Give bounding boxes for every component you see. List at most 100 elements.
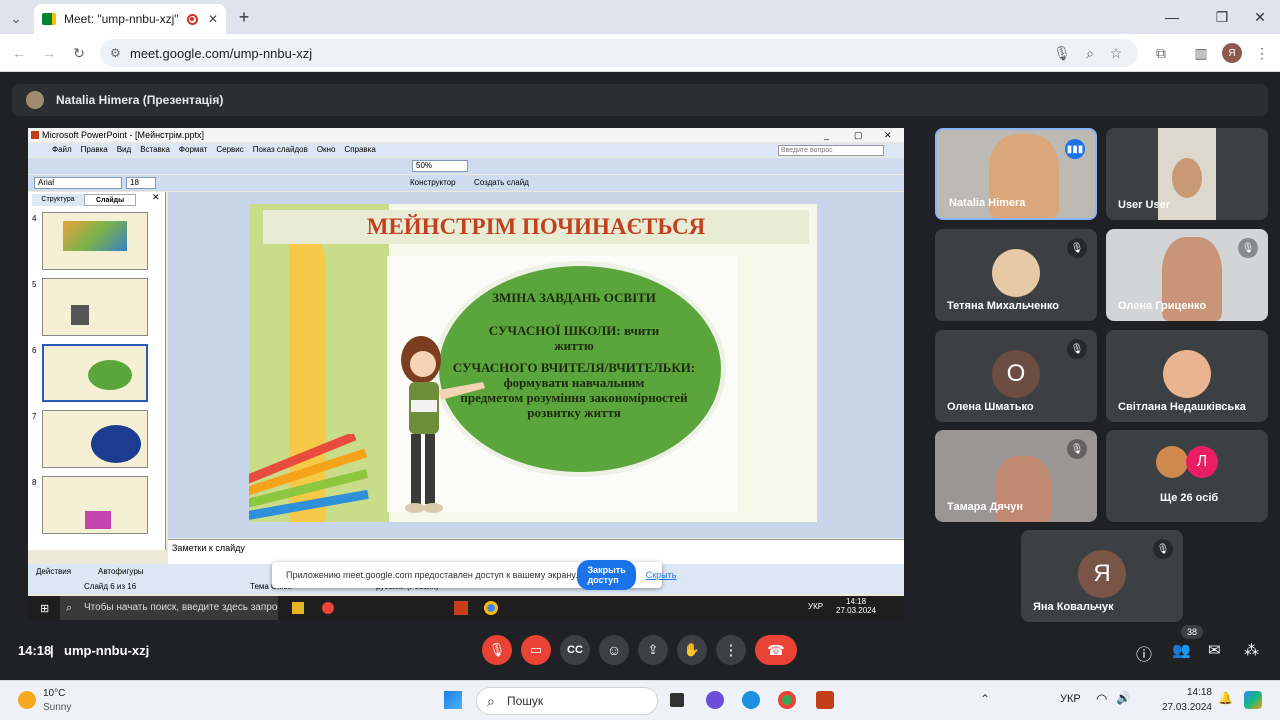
participant-tile-tetiana[interactable]: 🎙 Тетяна Михальченко: [935, 229, 1097, 321]
participant-name: Natalia Himera: [949, 197, 1026, 209]
thumb-number: 5: [32, 280, 37, 289]
bookmark-star-icon[interactable]: ☆: [1106, 43, 1126, 63]
chat-icon[interactable]: ✉: [1208, 641, 1221, 659]
participant-name: Олена Гриценко: [1118, 300, 1207, 312]
present-button[interactable]: ⇪: [638, 635, 668, 665]
activities-icon[interactable]: ⁂: [1244, 641, 1259, 659]
tab-close-icon[interactable]: ✕: [208, 12, 218, 26]
tray-time[interactable]: 14:18: [1176, 687, 1212, 698]
tray-date[interactable]: 27.03.2024: [1160, 702, 1212, 713]
participant-tile-tamara[interactable]: 🎙 Тамара Дячун: [935, 430, 1097, 522]
ppt-app-icon: [31, 131, 39, 139]
slide-thumbnail: [42, 212, 148, 270]
sidepanel-icon[interactable]: ▥: [1190, 42, 1212, 64]
windows-start-icon[interactable]: [444, 691, 462, 709]
shared-time: 14:18: [846, 597, 867, 606]
notification-bell-icon[interactable]: 🔔: [1218, 691, 1233, 705]
ppt-standard-toolbar: 50%: [28, 158, 904, 174]
participant-tile-svitlana[interactable]: Світлана Недашківська: [1106, 330, 1268, 422]
participant-tile-natalia[interactable]: ▮▮▮ Natalia Himera: [935, 128, 1097, 220]
microphone-icon[interactable]: 🎙: [1052, 43, 1072, 63]
shared-explorer-icon: [292, 602, 304, 614]
participant-name: Тамара Дячун: [947, 501, 1023, 513]
ppt-new-slide-button: Создать слайд: [474, 178, 529, 187]
edge-icon[interactable]: [742, 691, 760, 709]
minimize-icon[interactable]: —: [1162, 8, 1182, 26]
tray-chevron-icon[interactable]: ⌃: [980, 692, 990, 706]
ppt-designer-button: Конструктор: [410, 178, 456, 187]
windows-taskbar: 10°C Sunny ⌕ Пошук ⌃ УКР ◠ 🔊 14:18 27.03…: [0, 680, 1280, 720]
presenter-bar: Natalia Himera (Презентація): [12, 84, 1268, 116]
shared-lang: УКР: [808, 602, 824, 611]
zoom-icon[interactable]: ⌕: [1080, 43, 1100, 63]
raise-hand-button[interactable]: ✋: [677, 635, 707, 665]
ppt-slides-tab: Слайды: [84, 194, 136, 206]
new-tab-button[interactable]: +: [234, 6, 254, 28]
shared-search-icon: ⌕: [66, 602, 73, 614]
tab-search-chevron-icon[interactable]: ⌄: [6, 8, 26, 28]
mic-off-icon: 🎙: [1238, 238, 1258, 258]
more-vert-icon: ⋮: [723, 642, 739, 659]
task-view-icon[interactable]: [670, 693, 684, 707]
share-banner-text: Приложению meet.google.com предоставлен …: [286, 570, 578, 580]
reactions-button[interactable]: ☺: [599, 635, 629, 665]
more-options-button[interactable]: ⋮: [716, 635, 746, 665]
screen-share-banner: Приложению meet.google.com предоставлен …: [272, 560, 676, 590]
camera-toggle-button[interactable]: ▭: [521, 635, 551, 665]
maximize-icon[interactable]: ❐: [1212, 8, 1232, 26]
participant-avatar: Я: [1078, 550, 1126, 598]
ppt-minimize-icon: _: [824, 130, 830, 140]
hide-banner-link: Скрыть: [645, 570, 677, 580]
weather-sun-icon: [18, 691, 36, 709]
site-info-icon[interactable]: ⚙: [110, 46, 121, 60]
forward-icon[interactable]: →: [38, 42, 60, 64]
meeting-code-separator: |: [50, 643, 54, 658]
back-icon[interactable]: ←: [8, 42, 30, 64]
people-icon[interactable]: 👥: [1172, 641, 1191, 659]
recording-icon: [186, 13, 198, 25]
weather-condition[interactable]: Sunny: [43, 702, 71, 713]
browser-tab[interactable]: Meet: "ump-nnbu-xzj" ✕: [34, 4, 226, 34]
meet-favicon-icon: [42, 13, 56, 25]
browser-tab-strip: ⌄ Meet: "ump-nnbu-xzj" ✕ + — ❐ ✕: [0, 0, 1280, 34]
ppt-slides-panel: Структура Слайды ✕ 4 5 6 7 8: [28, 192, 166, 550]
participant-tile-olena-h[interactable]: 🎙 Олена Гриценко: [1106, 229, 1268, 321]
tray-language[interactable]: УКР: [1060, 693, 1081, 705]
slide-pencils-illustration: [249, 434, 369, 522]
browser-menu-icon[interactable]: ⋮: [1252, 42, 1272, 64]
captions-button[interactable]: CC: [560, 635, 590, 665]
mic-toggle-button[interactable]: 🎙: [482, 635, 512, 665]
ppt-close-icon: ✕: [884, 130, 892, 140]
volume-icon[interactable]: 🔊: [1116, 691, 1131, 705]
shared-search-box: ⌕ Чтобы начать поиск, введите здесь запр…: [60, 596, 278, 620]
emoji-icon: ☺: [606, 642, 622, 658]
meeting-info-icon[interactable]: ⓘ: [1136, 641, 1152, 665]
close-window-icon[interactable]: ✕: [1250, 8, 1270, 26]
participant-tile-olena-sh[interactable]: О 🎙 Олена Шматько: [935, 330, 1097, 422]
address-bar[interactable]: ⚙ meet.google.com/ump-nnbu-xzj 🎙 ⌕ ☆: [100, 39, 1138, 67]
ppt-maximize-icon: ▢: [854, 130, 863, 140]
reload-icon[interactable]: ↻: [68, 42, 90, 64]
presented-screen: Microsoft PowerPoint - [Мейнстрім.pptx] …: [28, 128, 904, 620]
shared-taskbar: ⊞ ⌕ Чтобы начать поиск, введите здесь за…: [28, 596, 904, 620]
chrome-taskbar-icon[interactable]: [778, 691, 796, 709]
ppt-format-toolbar: Arial 18 Конструктор Создать слайд: [28, 175, 904, 191]
powerpoint-taskbar-icon[interactable]: [816, 691, 834, 709]
taskbar-search-box[interactable]: ⌕ Пошук: [476, 687, 658, 715]
copilot-icon[interactable]: [1244, 691, 1262, 709]
participant-tile-yana[interactable]: Я 🎙 Яна Ковальчук: [1021, 530, 1183, 622]
participants-count-badge: 38: [1181, 625, 1204, 639]
ppt-menu-format: Формат: [178, 145, 208, 154]
teams-icon[interactable]: [706, 691, 724, 709]
slide-girl-illustration: [401, 336, 485, 513]
ppt-actions-menu: Действия: [36, 567, 72, 576]
participant-avatar: Л: [1186, 446, 1218, 478]
profile-avatar[interactable]: Я: [1222, 43, 1242, 63]
wifi-icon[interactable]: ◠: [1096, 691, 1107, 707]
participant-tile-user-user[interactable]: User User: [1106, 128, 1268, 220]
participant-name: Тетяна Михальченко: [947, 300, 1059, 312]
weather-temp[interactable]: 10°C: [43, 688, 65, 699]
leave-call-button[interactable]: ☎: [755, 635, 797, 665]
participant-tile-others[interactable]: Л Ще 26 осіб: [1106, 430, 1268, 522]
extensions-icon[interactable]: ⧉: [1150, 42, 1172, 64]
